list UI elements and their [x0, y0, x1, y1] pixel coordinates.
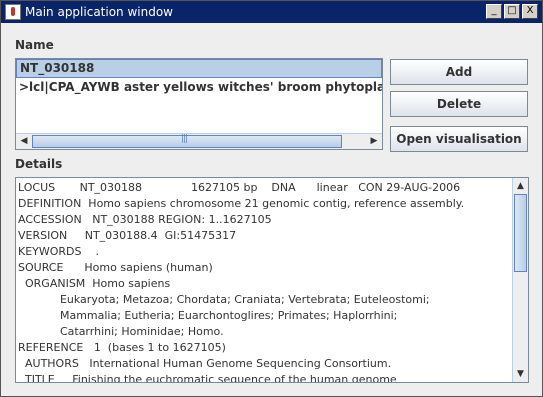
vertical-scroll-thumb[interactable]: [514, 194, 527, 272]
minimize-button[interactable]: _: [486, 4, 502, 19]
list-item[interactable]: NT_030188: [16, 59, 382, 78]
close-button[interactable]: X: [522, 4, 538, 19]
details-section-label: Details: [15, 157, 63, 171]
main-window: Main application window _ □ X Name NT_03…: [0, 0, 543, 397]
vertical-scrollbar[interactable]: ▲ ▼: [512, 178, 528, 382]
scroll-up-arrow-icon[interactable]: ▲: [513, 178, 528, 194]
window-title: Main application window: [25, 5, 173, 19]
name-list[interactable]: NT_030188 >lcl|CPA_AYWB aster yellows wi…: [15, 58, 383, 150]
scroll-down-arrow-icon[interactable]: ▼: [513, 366, 528, 382]
details-line: KEYWORDS .: [18, 245, 99, 258]
delete-button[interactable]: Delete: [390, 91, 528, 117]
details-content: LOCUS NT_030188 1627105 bp DNA linear CO…: [18, 180, 508, 383]
details-line: Mammalia; Eutheria; Euarchontoglires; Pr…: [18, 309, 398, 322]
open-visualisation-button[interactable]: Open visualisation: [390, 126, 528, 152]
add-button[interactable]: Add: [390, 59, 528, 85]
details-line: Catarrhini; Hominidae; Homo.: [18, 325, 224, 338]
details-text-area[interactable]: LOCUS NT_030188 1627105 bp DNA linear CO…: [15, 177, 529, 383]
details-line: Eukaryota; Metazoa; Chordata; Craniata; …: [18, 293, 430, 306]
window-controls: _ □ X: [486, 4, 538, 19]
scroll-left-arrow-icon[interactable]: ◀: [16, 134, 32, 149]
details-line: DEFINITION Homo sapiens chromosome 21 ge…: [18, 197, 465, 210]
maximize-button[interactable]: □: [504, 4, 520, 19]
title-bar[interactable]: Main application window _ □ X: [1, 1, 542, 23]
details-line: SOURCE Homo sapiens (human): [18, 261, 213, 274]
details-line: ORGANISM Homo sapiens: [18, 277, 171, 290]
details-line: TITLE Finishing the euchromatic sequence…: [18, 373, 397, 383]
details-line: LOCUS NT_030188 1627105 bp DNA linear CO…: [18, 181, 461, 194]
details-line: AUTHORS International Human Genome Seque…: [18, 357, 392, 370]
details-line: ACCESSION NT_030188 REGION: 1..1627105: [18, 213, 272, 226]
name-section-label: Name: [15, 38, 54, 52]
details-line: REFERENCE 1 (bases 1 to 1627105): [18, 341, 226, 354]
horizontal-scrollbar[interactable]: ◀ ▶: [16, 133, 382, 149]
horizontal-scroll-thumb[interactable]: [32, 134, 342, 148]
list-item[interactable]: >lcl|CPA_AYWB aster yellows witches' bro…: [16, 78, 382, 97]
scroll-right-arrow-icon[interactable]: ▶: [366, 134, 382, 149]
java-app-icon: [5, 4, 21, 20]
details-line: VERSION NT_030188.4 GI:51475317: [18, 229, 237, 242]
